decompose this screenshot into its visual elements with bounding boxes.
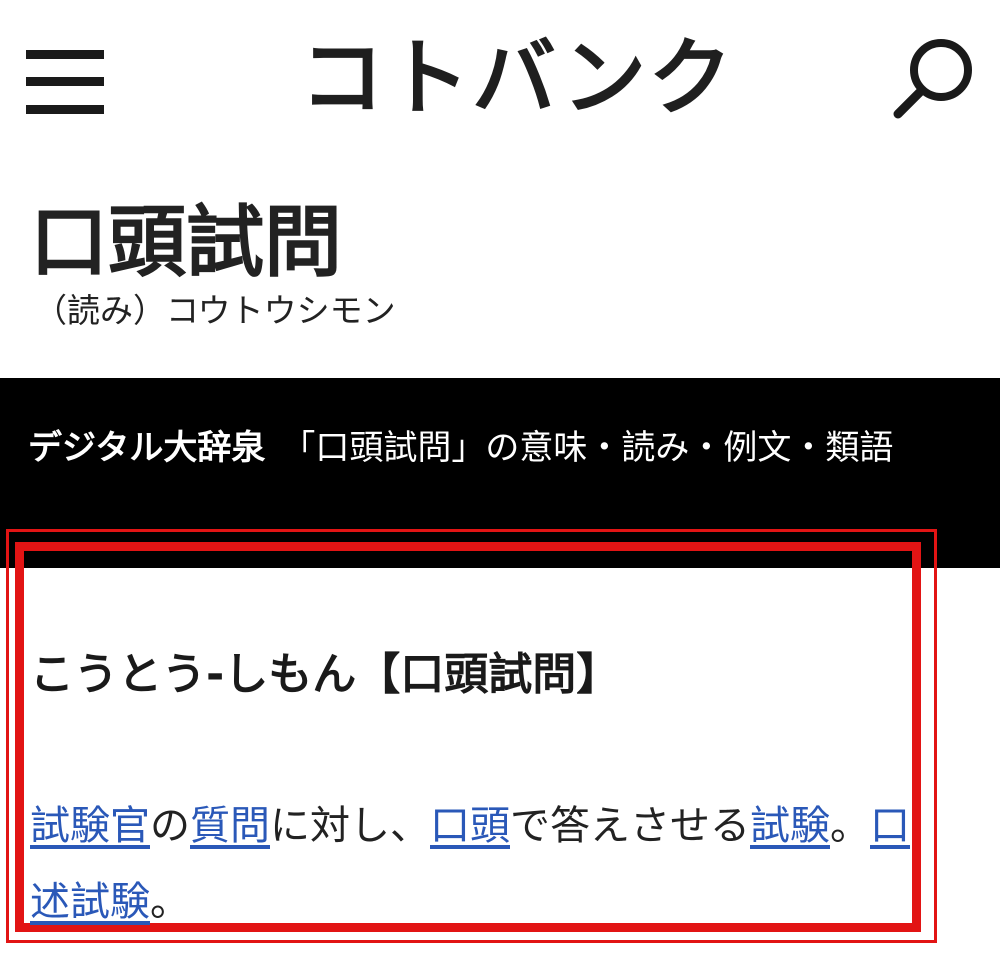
definition-link[interactable]: 試験 xyxy=(750,803,830,849)
hamburger-menu-icon[interactable] xyxy=(26,50,104,114)
search-icon[interactable] xyxy=(888,30,980,122)
definition-link[interactable]: 質問 xyxy=(190,803,270,849)
dictionary-description: 「口頭試問」の意味・読み・例文・類語 xyxy=(281,428,894,468)
site-header: コトバンク xyxy=(0,0,1000,165)
definition-link[interactable]: 試験官 xyxy=(30,803,150,849)
entry-title-area: 口頭試問 （読み）コウトウシモン xyxy=(30,195,970,333)
entry-reading: （読み）コウトウシモン xyxy=(34,291,396,330)
definition-text-fragment: で答えさせる xyxy=(510,803,750,849)
page-title: 口頭試問 xyxy=(30,197,343,288)
definition-entry: こうとう-しもん【口頭試問】 試験官の質問に対し、口頭で答えさせる試験。口述試験… xyxy=(30,640,930,940)
definition-text-fragment: 。 xyxy=(150,879,190,925)
definition-link[interactable]: 口頭 xyxy=(430,803,510,849)
definition-text-fragment: 。 xyxy=(830,803,870,849)
definition-text: 試験官の質問に対し、口頭で答えさせる試験。口述試験。 xyxy=(30,788,910,940)
definition-text-fragment: に対し、 xyxy=(270,803,430,849)
site-logo[interactable]: コトバンク xyxy=(300,28,732,128)
dictionary-name[interactable]: デジタル大辞泉 xyxy=(28,428,265,468)
definition-text-fragment: の xyxy=(150,803,190,849)
definition-heading: こうとう-しもん【口頭試問】 xyxy=(30,649,621,700)
